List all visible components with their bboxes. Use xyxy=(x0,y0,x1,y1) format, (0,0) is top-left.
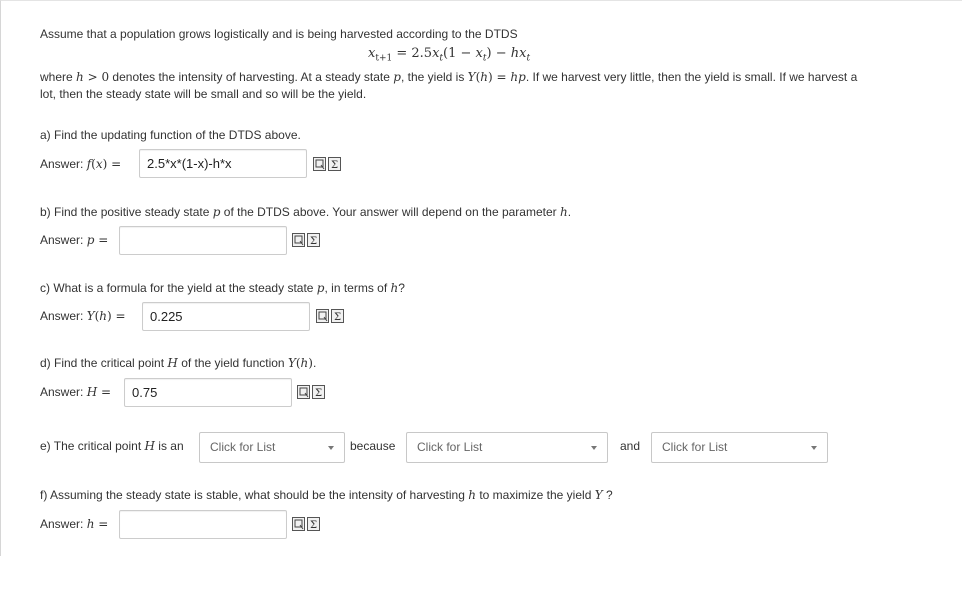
answer-d-tools: Σ xyxy=(297,385,329,403)
select-reason-1[interactable]: Click for List xyxy=(406,432,608,463)
preview-answer-icon[interactable] xyxy=(316,309,329,323)
equation-editor-icon[interactable]: Σ xyxy=(312,385,325,399)
question-e-prefix: e) The critical point H is an xyxy=(40,439,184,453)
chevron-down-icon xyxy=(328,446,334,450)
answer-b-input[interactable] xyxy=(119,226,287,255)
svg-text:Σ: Σ xyxy=(334,312,341,322)
select-critical-point-type[interactable]: Click for List xyxy=(199,432,345,463)
question-e-and: and xyxy=(620,439,641,453)
svg-text:Σ: Σ xyxy=(315,388,322,398)
select-reason-2[interactable]: Click for List xyxy=(651,432,828,463)
answer-d-input[interactable]: 0.75 xyxy=(124,378,292,407)
question-e-because: because xyxy=(350,439,396,453)
answer-d-label: Answer: H = xyxy=(40,385,112,399)
answer-c-label: Answer: Y(h) = xyxy=(40,309,126,323)
question-f: f) Assuming the steady state is stable, … xyxy=(40,488,613,502)
svg-text:Σ: Σ xyxy=(310,236,317,246)
answer-a-tools: Σ xyxy=(313,157,345,175)
question-a: a) Find the updating function of the DTD… xyxy=(40,128,301,142)
answer-f-label: Answer: h = xyxy=(40,517,109,531)
question-c: c) What is a formula for the yield at th… xyxy=(40,281,405,295)
preview-answer-icon[interactable] xyxy=(292,233,305,247)
select-reason-2-value: Click for List xyxy=(662,440,728,454)
chevron-down-icon xyxy=(591,446,597,450)
select-reason-1-value: Click for List xyxy=(417,440,483,454)
equation-editor-icon[interactable]: Σ xyxy=(307,233,320,247)
preview-answer-icon[interactable] xyxy=(297,385,310,399)
answer-a-input[interactable]: 2.5*x*(1-x)-h*x xyxy=(139,149,307,178)
select-critical-point-type-value: Click for List xyxy=(210,440,276,454)
intro-line-3: lot, then the steady state will be small… xyxy=(40,87,367,101)
preview-answer-icon[interactable] xyxy=(313,157,326,171)
answer-f-tools: Σ xyxy=(292,517,324,535)
answer-c-input[interactable]: 0.225 xyxy=(142,302,310,331)
answer-f-input[interactable] xyxy=(119,510,287,539)
intro-line-2: where h > 0 denotes the intensity of har… xyxy=(40,70,858,84)
answer-b-label: Answer: p = xyxy=(40,233,109,247)
question-d: d) Find the critical point H of the yiel… xyxy=(40,356,317,370)
svg-text:Σ: Σ xyxy=(310,520,317,530)
equation-editor-icon[interactable]: Σ xyxy=(307,517,320,531)
chevron-down-icon xyxy=(811,446,817,450)
equation-editor-icon[interactable]: Σ xyxy=(331,309,344,323)
preview-answer-icon[interactable] xyxy=(292,517,305,531)
equation-editor-icon[interactable]: Σ xyxy=(328,157,341,171)
dtds-equation: xt+1 = 2.5xt(1 − xt) − hxt xyxy=(368,46,531,64)
answer-b-tools: Σ xyxy=(292,233,324,251)
question-b: b) Find the positive steady state p of t… xyxy=(40,205,572,219)
svg-text:Σ: Σ xyxy=(331,160,338,170)
answer-a-label: Answer: f(x) = xyxy=(40,157,122,171)
intro-line-1: Assume that a population grows logistica… xyxy=(40,27,518,41)
answer-c-tools: Σ xyxy=(316,309,348,327)
